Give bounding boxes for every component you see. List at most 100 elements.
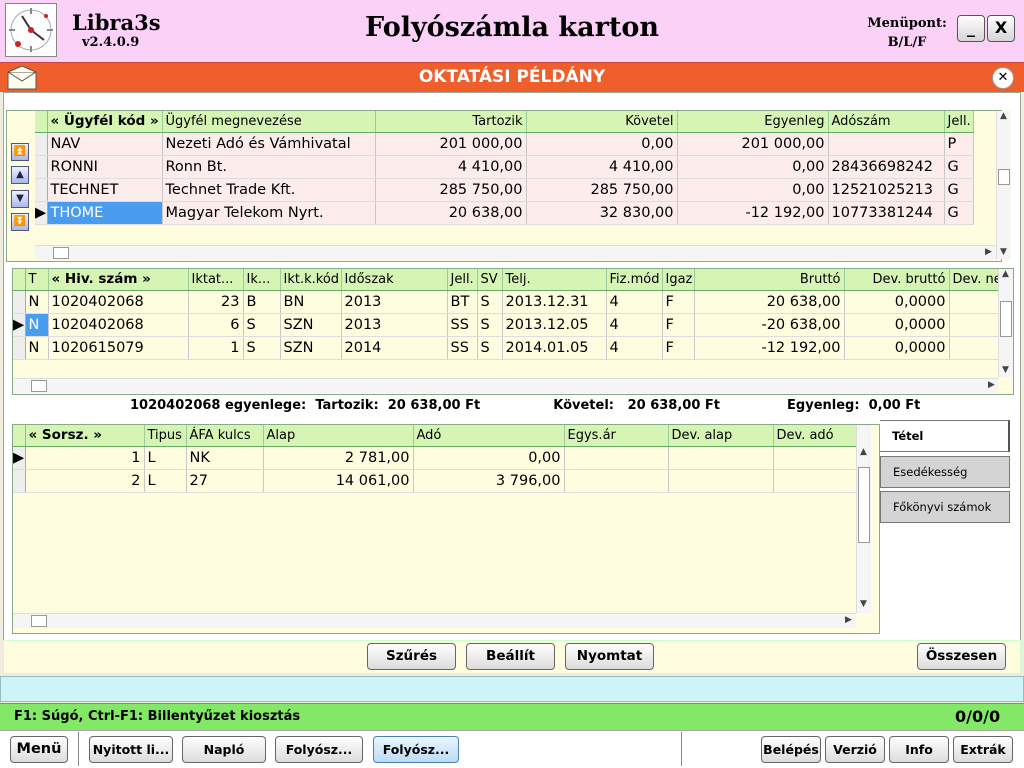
minimize-button[interactable]: _: [957, 15, 985, 42]
table-cell[interactable]: 285 750,00: [526, 178, 678, 202]
table-cell[interactable]: 2014.01.05: [502, 336, 607, 360]
column-header[interactable]: Jell.: [447, 269, 478, 291]
prev-record-icon[interactable]: ▲: [11, 166, 29, 184]
table-row[interactable]: TECHNET Technet Trade Kft. 285 750,00 285 7…: [35, 178, 974, 202]
column-header[interactable]: ÁFA kulcs: [186, 425, 264, 447]
table-cell[interactable]: 4: [606, 336, 663, 360]
table-cell[interactable]: 4 410,00: [375, 155, 527, 179]
filter-button[interactable]: Szűrés: [367, 643, 456, 670]
table-cell[interactable]: [773, 469, 857, 493]
column-header[interactable]: Egys.ár: [564, 425, 669, 447]
summary-button[interactable]: Összesen: [917, 643, 1006, 670]
tab-esedekesseg[interactable]: Esedékesség: [880, 456, 1010, 488]
column-header[interactable]: T: [25, 269, 49, 291]
table-cell[interactable]: 28436698242: [828, 155, 945, 179]
table-cell[interactable]: 27: [186, 469, 264, 493]
table-cell[interactable]: 14 061,00: [263, 469, 414, 493]
table-row[interactable]: ▶ N 1020402068 6 S SZN 2013 SS S 2013.12.05 4 F -20 …: [13, 313, 999, 337]
invoices-hscroll[interactable]: ▶: [13, 378, 998, 393]
table-cell[interactable]: [773, 446, 857, 470]
table-cell[interactable]: L: [144, 446, 187, 470]
table-cell[interactable]: NK: [186, 446, 264, 470]
column-header[interactable]: Adószám: [828, 111, 945, 133]
table-cell[interactable]: 20 638,00: [375, 201, 527, 225]
table-cell[interactable]: 3 796,00: [413, 469, 565, 493]
column-header[interactable]: Tartozik: [375, 111, 527, 133]
table-cell[interactable]: Technet Trade Kft.: [162, 178, 376, 202]
column-header[interactable]: Ügyfél megnevezése: [162, 111, 376, 133]
table-cell[interactable]: Nezeti Adó és Vámhivatal: [162, 132, 376, 156]
table-row[interactable]: N 1020402068 23 B BN 2013 BT S 2013.12.31 4 F 20 63…: [13, 290, 999, 314]
table-cell[interactable]: 1020615079: [48, 336, 189, 360]
customers-table[interactable]: « Ügyfél kód » Ügyfél megnevezése Tartoz…: [35, 111, 974, 225]
table-cell[interactable]: [828, 132, 945, 156]
settings-button[interactable]: Beállít: [466, 643, 555, 670]
table-cell[interactable]: N: [25, 290, 49, 314]
table-cell[interactable]: 0,00: [526, 132, 678, 156]
taskbar-account-active-button[interactable]: Folyósz...: [373, 736, 459, 763]
table-cell[interactable]: S: [243, 336, 281, 360]
table-cell[interactable]: SS: [447, 336, 478, 360]
taskbar-open-lists-button[interactable]: Nyitott li...: [89, 736, 173, 763]
table-cell[interactable]: 2014: [341, 336, 448, 360]
version-button[interactable]: Verzió: [825, 736, 885, 763]
info-button[interactable]: Info: [889, 736, 949, 763]
taskbar-log-button[interactable]: Napló: [182, 736, 266, 763]
table-cell[interactable]: SS: [447, 313, 478, 337]
column-header[interactable]: Jell.: [944, 111, 974, 133]
column-header[interactable]: Telj.: [502, 269, 607, 291]
login-button[interactable]: Belépés: [761, 736, 821, 763]
table-cell[interactable]: [949, 336, 999, 360]
table-cell[interactable]: 12521025213: [828, 178, 945, 202]
column-header[interactable]: Ik...: [243, 269, 281, 291]
table-row[interactable]: 2 L 27 14 061,00 3 796,00: [13, 469, 857, 493]
table-cell[interactable]: N: [25, 336, 49, 360]
column-header[interactable]: Fiz.mód: [606, 269, 663, 291]
table-cell[interactable]: S: [477, 290, 503, 314]
table-cell[interactable]: BN: [280, 290, 342, 314]
column-header[interactable]: « Hiv. szám »: [48, 269, 189, 291]
table-cell[interactable]: [949, 290, 999, 314]
column-header[interactable]: SV: [477, 269, 503, 291]
table-cell[interactable]: P: [944, 132, 974, 156]
column-header[interactable]: Követel: [526, 111, 678, 133]
table-cell[interactable]: 2013.12.05: [502, 313, 607, 337]
table-cell[interactable]: Ronn Bt.: [162, 155, 376, 179]
table-cell[interactable]: 2 781,00: [263, 446, 414, 470]
table-cell[interactable]: 0,00: [677, 155, 829, 179]
table-cell[interactable]: BT: [447, 290, 478, 314]
column-header[interactable]: Dev. ne: [949, 269, 999, 291]
table-cell[interactable]: S: [477, 313, 503, 337]
table-cell[interactable]: F: [662, 290, 695, 314]
table-cell[interactable]: F: [662, 313, 695, 337]
table-cell[interactable]: F: [662, 336, 695, 360]
table-cell[interactable]: G: [944, 178, 974, 202]
table-cell[interactable]: 201 000,00: [677, 132, 829, 156]
table-cell[interactable]: [564, 446, 669, 470]
table-cell[interactable]: 0,00: [413, 446, 565, 470]
table-cell[interactable]: 1020402068: [48, 313, 189, 337]
invoices-vscroll[interactable]: ▲ ▼: [998, 269, 1013, 377]
items-vscroll[interactable]: ▲ ▼: [856, 425, 871, 613]
column-header[interactable]: « Ügyfél kód »: [47, 111, 163, 133]
customers-hscroll[interactable]: ▶: [35, 245, 996, 260]
table-cell[interactable]: 4: [606, 313, 663, 337]
table-cell[interactable]: N: [25, 313, 49, 337]
table-cell[interactable]: [668, 469, 774, 493]
table-cell[interactable]: [668, 446, 774, 470]
table-row[interactable]: ▶ 1 L NK 2 781,00 0,00: [13, 446, 857, 470]
column-header[interactable]: Ikt.k.kód: [280, 269, 342, 291]
invoices-table[interactable]: T « Hiv. szám » Iktat... Ik... Ikt.k.kód…: [13, 269, 999, 360]
table-cell[interactable]: 0,0000: [844, 313, 950, 337]
table-row[interactable]: NAV Nezeti Adó és Vámhivatal 201 000,00 0,0…: [35, 132, 974, 156]
table-cell[interactable]: G: [944, 201, 974, 225]
table-cell[interactable]: -12 192,00: [694, 336, 845, 360]
table-cell[interactable]: 23: [188, 290, 244, 314]
table-cell[interactable]: 4 410,00: [526, 155, 678, 179]
column-header[interactable]: Alap: [263, 425, 414, 447]
table-cell[interactable]: 32 830,00: [526, 201, 678, 225]
column-header[interactable]: Igaz: [662, 269, 695, 291]
table-cell[interactable]: B: [243, 290, 281, 314]
table-cell[interactable]: TECHNET: [47, 178, 163, 202]
column-header[interactable]: Iktat...: [188, 269, 244, 291]
